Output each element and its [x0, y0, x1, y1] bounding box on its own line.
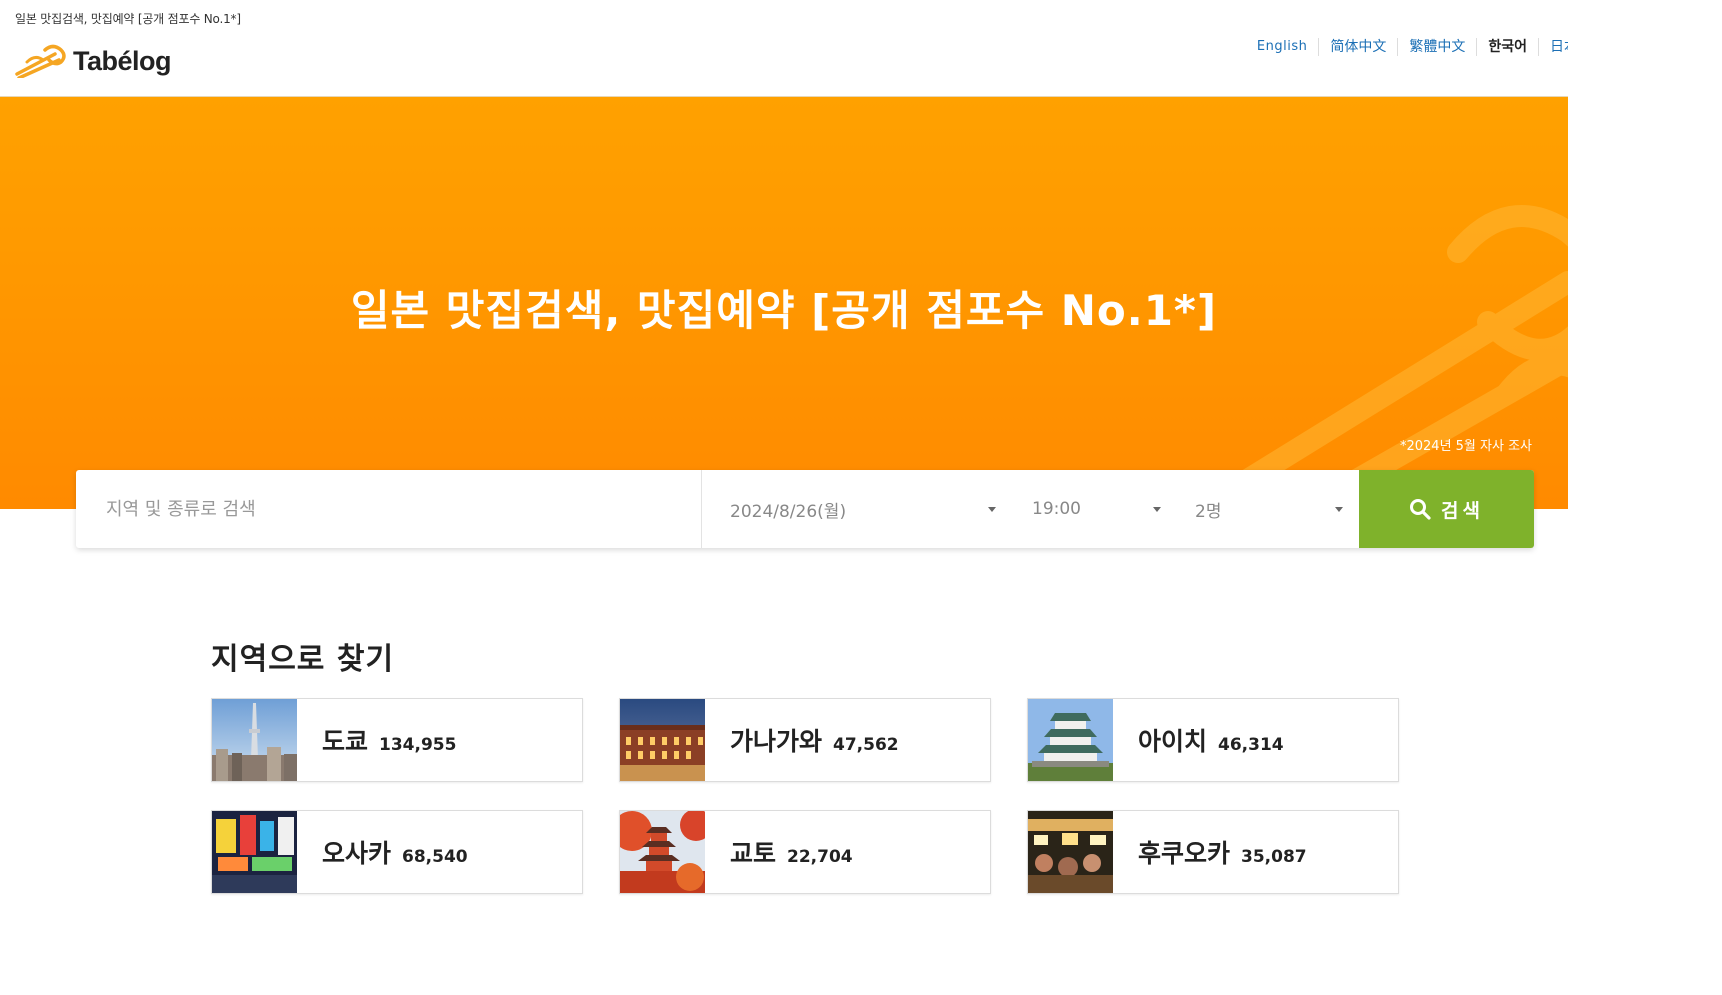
party-size-value: 2명 [1195, 501, 1222, 522]
area-card-fukuoka[interactable]: 후쿠오카 35,087 [1027, 810, 1399, 894]
chopsticks-icon [15, 44, 66, 78]
kyoto-pagoda-photo [620, 811, 705, 893]
area-count: 35,087 [1241, 847, 1307, 867]
area-name: 도쿄 [322, 727, 369, 756]
chopsticks-decoration-icon [1217, 205, 1568, 509]
yokohama-warehouse-photo [620, 699, 705, 781]
search-button-label: 검색 [1441, 499, 1484, 522]
page-tagline: 일본 맛집검색, 맛집예약 [공개 점포수 No.1*] [15, 12, 241, 26]
party-size-select[interactable]: 2명 [1177, 470, 1359, 548]
keyword-search-input[interactable] [106, 498, 701, 520]
area-card-aichi[interactable]: 아이치 46,314 [1027, 698, 1399, 782]
area-name: 오사카 [322, 839, 392, 868]
hero-banner: 일본 맛집검색, 맛집예약 [공개 점포수 No.1*] *2024년 5월 자… [0, 97, 1568, 509]
lang-traditional-chinese[interactable]: 繁體中文 [1397, 38, 1476, 56]
chevron-down-icon [988, 507, 996, 512]
time-value: 19:00 [1032, 499, 1081, 519]
tokyo-skytree-photo [212, 699, 297, 781]
search-icon [1410, 499, 1431, 520]
hero-footnote: *2024년 5월 자사 조사 [1399, 439, 1532, 454]
fukuoka-yatai-photo [1028, 811, 1113, 893]
area-count: 22,704 [787, 847, 853, 867]
area-card-tokyo[interactable]: 도쿄 134,955 [211, 698, 583, 782]
chevron-down-icon [1153, 507, 1161, 512]
area-count: 134,955 [379, 735, 457, 755]
time-select[interactable]: 19:00 [1012, 470, 1177, 548]
language-switcher: English 简体中文 繁體中文 한국어 日本語 [1246, 38, 1568, 56]
hero-title: 일본 맛집검색, 맛집예약 [공개 점포수 No.1*] [350, 286, 1218, 335]
area-count: 47,562 [833, 735, 899, 755]
search-bar: 2024/8/26(월) 19:00 2명 검색 [76, 470, 1534, 548]
date-value: 2024/8/26(월) [730, 501, 847, 522]
keyword-field-wrapper [76, 470, 702, 548]
lang-simplified-chinese[interactable]: 简体中文 [1318, 38, 1397, 56]
tabelog-logo[interactable]: Tabélog [15, 44, 172, 78]
area-count: 46,314 [1218, 735, 1284, 755]
lang-korean[interactable]: 한국어 [1476, 38, 1538, 56]
date-select[interactable]: 2024/8/26(월) [702, 470, 1012, 548]
area-section-heading: 지역으로 찾기 [211, 642, 395, 677]
area-card-kanagawa[interactable]: 가나가와 47,562 [619, 698, 991, 782]
chevron-down-icon [1335, 507, 1343, 512]
area-name: 후쿠오카 [1138, 839, 1231, 868]
area-count: 68,540 [402, 847, 468, 867]
lang-japanese[interactable]: 日本語 [1538, 38, 1568, 56]
lang-english[interactable]: English [1246, 38, 1318, 56]
search-button[interactable]: 검색 [1359, 470, 1534, 548]
area-name: 아이치 [1138, 727, 1208, 756]
area-grid: 도쿄 134,955 가나가와 47,562 아이치 46,314 오사카 68… [211, 698, 1400, 894]
area-card-kyoto[interactable]: 교토 22,704 [619, 810, 991, 894]
nagoya-castle-photo [1028, 699, 1113, 781]
dotonbori-signs-photo [212, 811, 297, 893]
area-card-osaka[interactable]: 오사카 68,540 [211, 810, 583, 894]
logo-text: Tabélog [73, 45, 172, 76]
area-name: 가나가와 [730, 727, 823, 756]
area-name: 교토 [730, 839, 777, 868]
